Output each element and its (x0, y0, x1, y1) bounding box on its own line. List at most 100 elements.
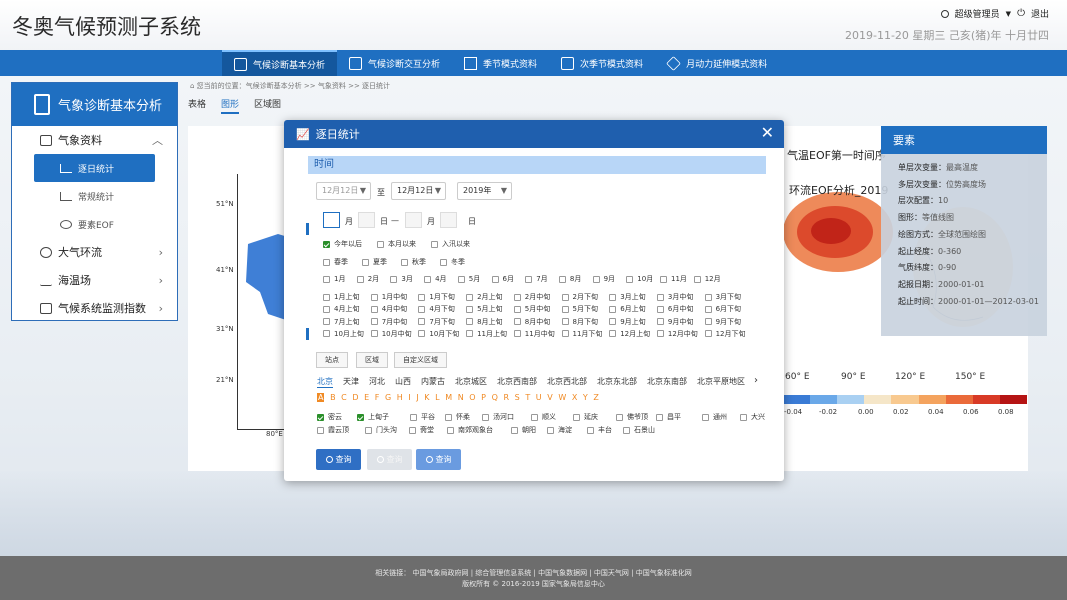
season-option[interactable]: 冬季 (440, 257, 465, 267)
season-option[interactable]: 夏季 (362, 257, 387, 267)
month-to-input[interactable] (405, 212, 422, 228)
season-option[interactable]: 秋季 (401, 257, 426, 267)
date-from-select[interactable]: 12月12日 ▼ (316, 182, 371, 200)
month-from-input[interactable] (323, 212, 340, 228)
dekad-option[interactable]: 1月上旬 (323, 292, 359, 302)
dekad-option[interactable]: 10月下旬 (418, 329, 459, 339)
dekad-option[interactable]: 5月上旬 (466, 304, 503, 314)
station-option[interactable]: 海淀 (547, 425, 572, 435)
dekad-option[interactable]: 1月中旬 (370, 292, 407, 302)
letter-filter[interactable]: V (547, 393, 552, 402)
dekad-option[interactable]: 7月上旬 (323, 317, 359, 327)
city-tab[interactable]: 北京东北部 (597, 376, 637, 388)
letter-filter[interactable]: L (435, 393, 439, 402)
query-button[interactable]: 查询 (316, 449, 361, 470)
dekad-option[interactable]: 8月下旬 (561, 317, 598, 327)
dekad-option[interactable]: 4月下旬 (418, 304, 455, 314)
letter-filter[interactable]: C (341, 393, 347, 402)
dekad-option[interactable]: 5月中旬 (513, 304, 550, 314)
query-button-alt[interactable]: 查询 (416, 449, 461, 470)
chevron-down-icon[interactable]: ▼ (1006, 10, 1011, 18)
city-tab[interactable]: 北京城区 (455, 376, 487, 388)
station-option[interactable]: 南郊观象台 (447, 425, 493, 435)
dekad-option[interactable]: 7月中旬 (370, 317, 407, 327)
dekad-option[interactable]: 4月上旬 (323, 304, 359, 314)
quick-range-option[interactable]: 入汛以来 (431, 239, 470, 249)
sidebar-item-sst[interactable]: 海温场 › (12, 266, 177, 294)
letter-filter[interactable]: K (424, 393, 429, 402)
dekad-option[interactable]: 4月中旬 (370, 304, 407, 314)
letter-filter[interactable]: Y (583, 393, 588, 402)
dekad-option[interactable]: 6月上旬 (609, 304, 646, 314)
dekad-option[interactable]: 3月中旬 (656, 292, 693, 302)
letter-filter[interactable]: A (317, 393, 325, 402)
tab-region[interactable]: 区域 (356, 352, 388, 368)
station-option[interactable]: 石景山 (623, 425, 655, 435)
city-tab[interactable]: 北京西北部 (547, 376, 587, 388)
month-option[interactable]: 12月 (693, 274, 721, 284)
dekad-option[interactable]: 11月下旬 (561, 329, 602, 339)
dekad-option[interactable]: 9月中旬 (656, 317, 693, 327)
city-tab[interactable]: 北京 (317, 376, 333, 388)
dekad-option[interactable]: 11月上旬 (466, 329, 507, 339)
tab-graph[interactable]: 图形 (221, 97, 240, 114)
dekad-option[interactable]: 12月中旬 (656, 329, 698, 339)
dekad-option[interactable]: 3月上旬 (609, 292, 646, 302)
station-option[interactable]: 斋堂 (409, 425, 434, 435)
dekad-option[interactable]: 9月下旬 (704, 317, 741, 327)
month-option[interactable]: 11月 (660, 274, 687, 284)
letter-filter[interactable]: Q (492, 393, 498, 402)
month-option[interactable]: 3月 (390, 274, 413, 284)
sidebar-item-climate-index[interactable]: 气候系统监测指数 › (12, 294, 177, 322)
sidebar-item-circulation[interactable]: 大气环流 › (12, 238, 177, 266)
station-option[interactable]: 延庆 (573, 412, 598, 422)
city-tab[interactable]: 北京东南部 (647, 376, 687, 388)
month-option[interactable]: 7月 (525, 274, 548, 284)
day-from-input[interactable] (358, 212, 375, 228)
city-tab[interactable]: 天津 (343, 376, 359, 388)
nav-interactive-analysis[interactable]: 气候诊断交互分析 (337, 50, 452, 76)
query-button-disabled[interactable]: 查询 (367, 449, 412, 470)
station-option[interactable]: 怀柔 (445, 412, 470, 422)
station-option[interactable]: 朝阳 (511, 425, 536, 435)
day-to-input[interactable] (440, 212, 457, 228)
letter-filter[interactable]: O (469, 393, 475, 402)
sidebar-item-meteo-data[interactable]: 气象资料 ︿ (12, 126, 177, 154)
sidebar-item-regular-stats[interactable]: 常规统计 (12, 182, 177, 210)
dekad-option[interactable]: 7月下旬 (418, 317, 455, 327)
letter-filter[interactable]: X (572, 393, 577, 402)
power-icon[interactable]: ⏻ (1017, 8, 1025, 19)
sidebar-item-eof[interactable]: 要素EOF (12, 210, 177, 238)
month-option[interactable]: 1月 (323, 274, 345, 284)
dekad-option[interactable]: 8月中旬 (513, 317, 550, 327)
letter-filter[interactable]: S (515, 393, 520, 402)
dekad-option[interactable]: 2月上旬 (466, 292, 503, 302)
city-tab[interactable]: 河北 (369, 376, 385, 388)
tab-table[interactable]: 表格 (188, 97, 206, 114)
station-option[interactable]: 丰台 (587, 425, 612, 435)
dekad-option[interactable]: 12月上旬 (609, 329, 650, 339)
tab-station[interactable]: 站点 (316, 352, 348, 368)
chevron-right-icon[interactable]: › (754, 375, 758, 386)
quick-range-option[interactable]: 本月以来 (377, 239, 416, 249)
dekad-option[interactable]: 10月上旬 (323, 329, 364, 339)
dekad-option[interactable]: 2月中旬 (513, 292, 550, 302)
station-option[interactable]: 佛爷顶 (616, 412, 648, 422)
letter-filter[interactable]: R (503, 393, 509, 402)
nav-subseasonal-model[interactable]: 次季节模式资料 (549, 50, 655, 76)
station-option[interactable]: 汤河口 (482, 412, 514, 422)
city-tab[interactable]: 内蒙古 (421, 376, 445, 388)
letter-filter[interactable]: Z (593, 393, 598, 402)
station-option[interactable]: 门头沟 (365, 425, 397, 435)
month-option[interactable]: 2月 (356, 274, 379, 284)
dekad-option[interactable]: 3月下旬 (704, 292, 741, 302)
date-to-select[interactable]: 12月12日 ▼ (391, 182, 446, 200)
tab-custom-region[interactable]: 自定义区域 (394, 352, 447, 368)
station-option[interactable]: 顺义 (531, 412, 556, 422)
dekad-option[interactable]: 6月中旬 (656, 304, 693, 314)
month-option[interactable]: 9月 (592, 274, 615, 284)
letter-filter[interactable]: U (536, 393, 542, 402)
station-option[interactable]: 霞云顶 (317, 425, 349, 435)
station-option[interactable]: 通州 (702, 412, 727, 422)
nav-basic-analysis[interactable]: 气候诊断基本分析 (222, 50, 338, 76)
